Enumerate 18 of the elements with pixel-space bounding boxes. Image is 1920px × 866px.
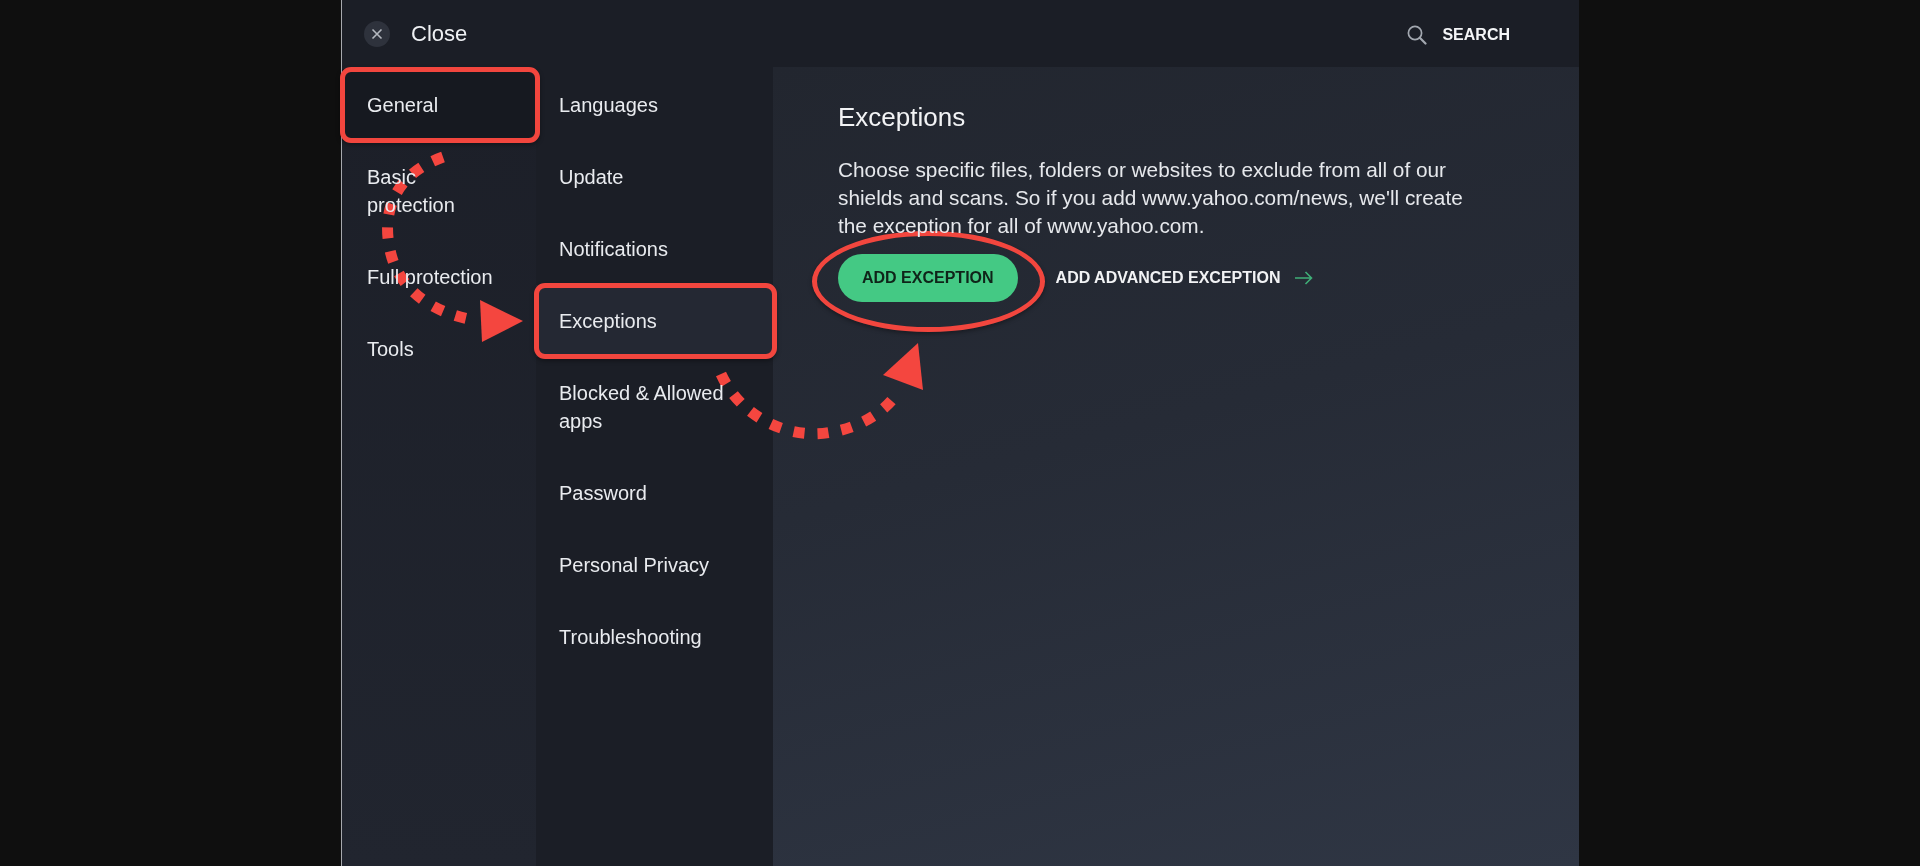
arrow-right-icon [1294, 271, 1314, 285]
submenu-item[interactable]: Update [536, 141, 773, 213]
submenu-item[interactable]: Notifications [536, 213, 773, 285]
submenu-item[interactable]: Languages [536, 69, 773, 141]
close-icon [364, 20, 390, 47]
add-exception-button[interactable]: ADD EXCEPTION [838, 254, 1018, 302]
close-button[interactable]: Close [364, 20, 468, 47]
submenu-item[interactable]: Password [536, 457, 773, 529]
description-text: Choose specific files, folders or websites to exclude from all of our shields and scans. So if you add www.yahoo.com/news, we'll create the exception for all of www.yahoo.com. [838, 157, 1464, 239]
section-title: Exceptions [838, 101, 966, 133]
submenu-item[interactable]: Blocked & Allowed apps [536, 357, 773, 457]
sidebar-item[interactable]: Tools [342, 313, 536, 385]
add-advanced-exception-link[interactable]: ADD ADVANCED EXCEPTION [1055, 269, 1314, 287]
submenu-item[interactable]: Troubleshooting [536, 601, 773, 673]
search-icon [1407, 24, 1428, 45]
search-button[interactable]: SEARCH [1407, 24, 1510, 45]
submenu-item[interactable]: Personal Privacy [536, 529, 773, 601]
sidebar-item[interactable]: Full protection [342, 241, 536, 313]
